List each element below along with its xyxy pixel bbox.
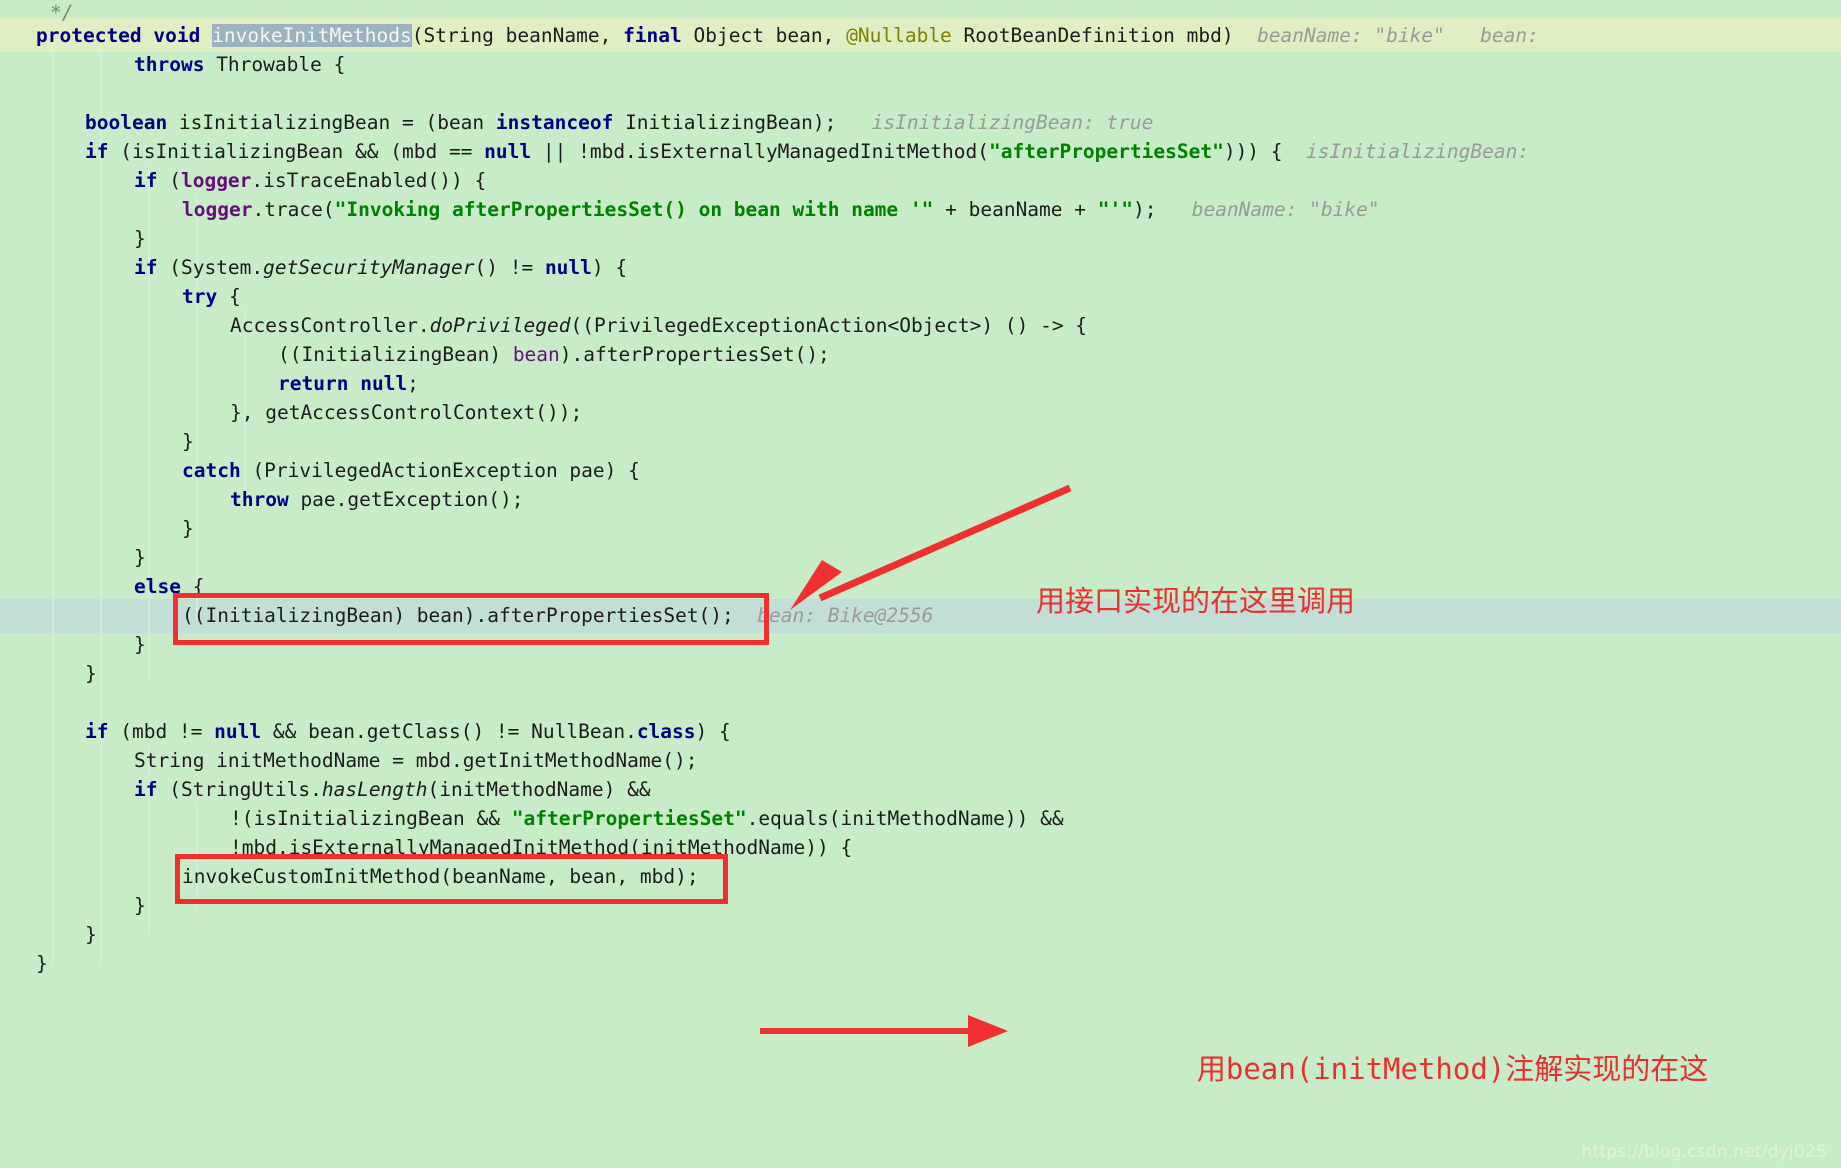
code-line: throws Throwable { (0, 48, 345, 82)
code-text: ((InitializingBean) (278, 343, 513, 366)
code-text: pae.getException(); (288, 488, 524, 511)
code-text: !(isInitializingBean && (230, 807, 512, 830)
debug-inline-hint: bean: Bike@2556 (757, 604, 934, 627)
code-text: ) { (591, 256, 628, 279)
code-text: (System. (157, 256, 264, 279)
throws-clause: Throwable { (204, 53, 346, 76)
keyword-protected: protected (36, 24, 142, 47)
code-text: { (217, 285, 241, 308)
code-text: invokeCustomInitMethod(beanName, bean, m… (182, 865, 699, 888)
annotation-initmethod-note: 用bean(initMethod)注解实现的在这 (1160, 1012, 1708, 1122)
code-text: } (85, 923, 97, 946)
code-text: ).afterPropertiesSet(); (559, 343, 830, 366)
code-area[interactable]: */ protected void invokeInitMethods(Stri… (0, 0, 1841, 1168)
keyword-if: if (134, 169, 158, 192)
static-method-call: doPrivileged (429, 314, 571, 337)
code-text: (PrivilegedActionException pae) { (240, 459, 640, 482)
string-literal: "afterPropertiesSet" (511, 807, 747, 830)
code-line: logger.trace("Invoking afterPropertiesSe… (0, 193, 1380, 227)
annotation-suffix: 注解实现的在这 (1505, 1052, 1709, 1086)
code-text: (StringUtils. (157, 778, 322, 801)
code-text: .isTraceEnabled()) { (251, 169, 487, 192)
field-logger: logger (182, 198, 253, 221)
keyword-if: if (134, 778, 158, 801)
string-literal: "'" (1097, 198, 1133, 221)
code-text: } (182, 517, 194, 540)
code-line: } (0, 657, 97, 691)
nullable-annotation: @Nullable (846, 24, 952, 47)
code-text: } (36, 952, 48, 975)
keyword-null: null (484, 140, 532, 163)
keyword-if: if (134, 256, 158, 279)
code-text: (isInitializingBean && (mbd == (108, 140, 485, 163)
keyword-null: null (360, 372, 408, 395)
selected-method-name[interactable]: invokeInitMethods (212, 24, 412, 47)
code-text: ))) { (1223, 140, 1283, 163)
keyword-return: return (278, 372, 349, 395)
keyword-throws: throws (134, 53, 205, 76)
keyword-else: else (134, 575, 181, 598)
code-text: .trace( (252, 198, 335, 221)
code-text: ; (407, 372, 419, 395)
code-text: } (134, 633, 146, 656)
code-text: isInitializingBean = (bean (167, 111, 496, 134)
code-text: && bean.getClass() != NullBean. (261, 720, 637, 743)
code-text: !mbd.isExternallyManagedInitMethod(initM… (230, 836, 853, 859)
keyword-null: null (214, 720, 262, 743)
debug-inline-hint: isInitializingBean: true (871, 111, 1154, 134)
keyword-boolean: boolean (85, 111, 168, 134)
code-line: } (0, 947, 48, 981)
method-params-3: RootBeanDefinition mbd) (951, 24, 1234, 47)
keyword-if: if (85, 140, 109, 163)
method-params-2: Object bean, (681, 24, 847, 47)
param-bean: bean (512, 343, 560, 366)
keyword-void: void (153, 24, 201, 47)
keyword-final: final (623, 24, 682, 47)
debug-inline-hint: isInitializingBean: (1306, 140, 1530, 163)
code-text: + beanName + (933, 198, 1098, 221)
code-text: (initMethodName) && (427, 778, 651, 801)
debug-inline-hint: beanName: "bike" bean: (1257, 24, 1539, 47)
watermark: https://blog.csdn.net/dyj025 (1581, 1142, 1827, 1162)
keyword-class: class (636, 720, 696, 743)
keyword-throw: throw (230, 488, 289, 511)
code-text: (mbd != (108, 720, 215, 743)
annotation-mono-text: bean(initMethod) (1225, 1052, 1506, 1086)
code-text: String initMethodName = mbd.getInitMetho… (134, 749, 698, 772)
code-text: () != (474, 256, 545, 279)
code-text: ((PrivilegedExceptionAction<Object>) () … (570, 314, 1088, 337)
debug-inline-hint: beanName: "bike" (1191, 198, 1380, 221)
static-method-call: getSecurityManager (263, 256, 475, 279)
code-text: ( (157, 169, 181, 192)
string-literal: "afterPropertiesSet" (989, 140, 1224, 163)
code-text: ); (1133, 198, 1157, 221)
code-text: .equals(initMethodName)) && (746, 807, 1064, 830)
string-literal: "Invoking afterPropertiesSet() on bean w… (334, 198, 934, 221)
code-text: ((InitializingBean) bean).afterPropertie… (182, 604, 734, 627)
code-text: } (182, 430, 194, 453)
keyword-instanceof: instanceof (495, 111, 614, 134)
code-text: } (85, 662, 97, 685)
annotation-prefix: 用 (1196, 1052, 1226, 1086)
keyword-if: if (85, 720, 109, 743)
code-editor-screenshot: */ protected void invokeInitMethods(Stri… (0, 0, 1841, 1168)
code-text: AccessController. (230, 314, 430, 337)
code-text: } (134, 227, 146, 250)
code-text: }, getAccessControlContext()); (230, 401, 583, 424)
code-text: { (180, 575, 205, 598)
code-text: ) { (695, 720, 731, 743)
static-method-call: hasLength (321, 778, 428, 801)
method-params: (String beanName, (411, 24, 624, 47)
keyword-try: try (182, 285, 218, 308)
annotation-interface-note: 用接口实现的在这里调用 (1036, 584, 1356, 618)
keyword-catch: catch (182, 459, 241, 482)
code-text: || !mbd.isExternallyManagedInitMethod( (531, 140, 990, 163)
field-logger: logger (180, 169, 252, 192)
code-text: InitializingBean); (613, 111, 837, 134)
code-text: } (134, 894, 146, 917)
code-text: } (134, 546, 146, 569)
keyword-null: null (544, 256, 592, 279)
